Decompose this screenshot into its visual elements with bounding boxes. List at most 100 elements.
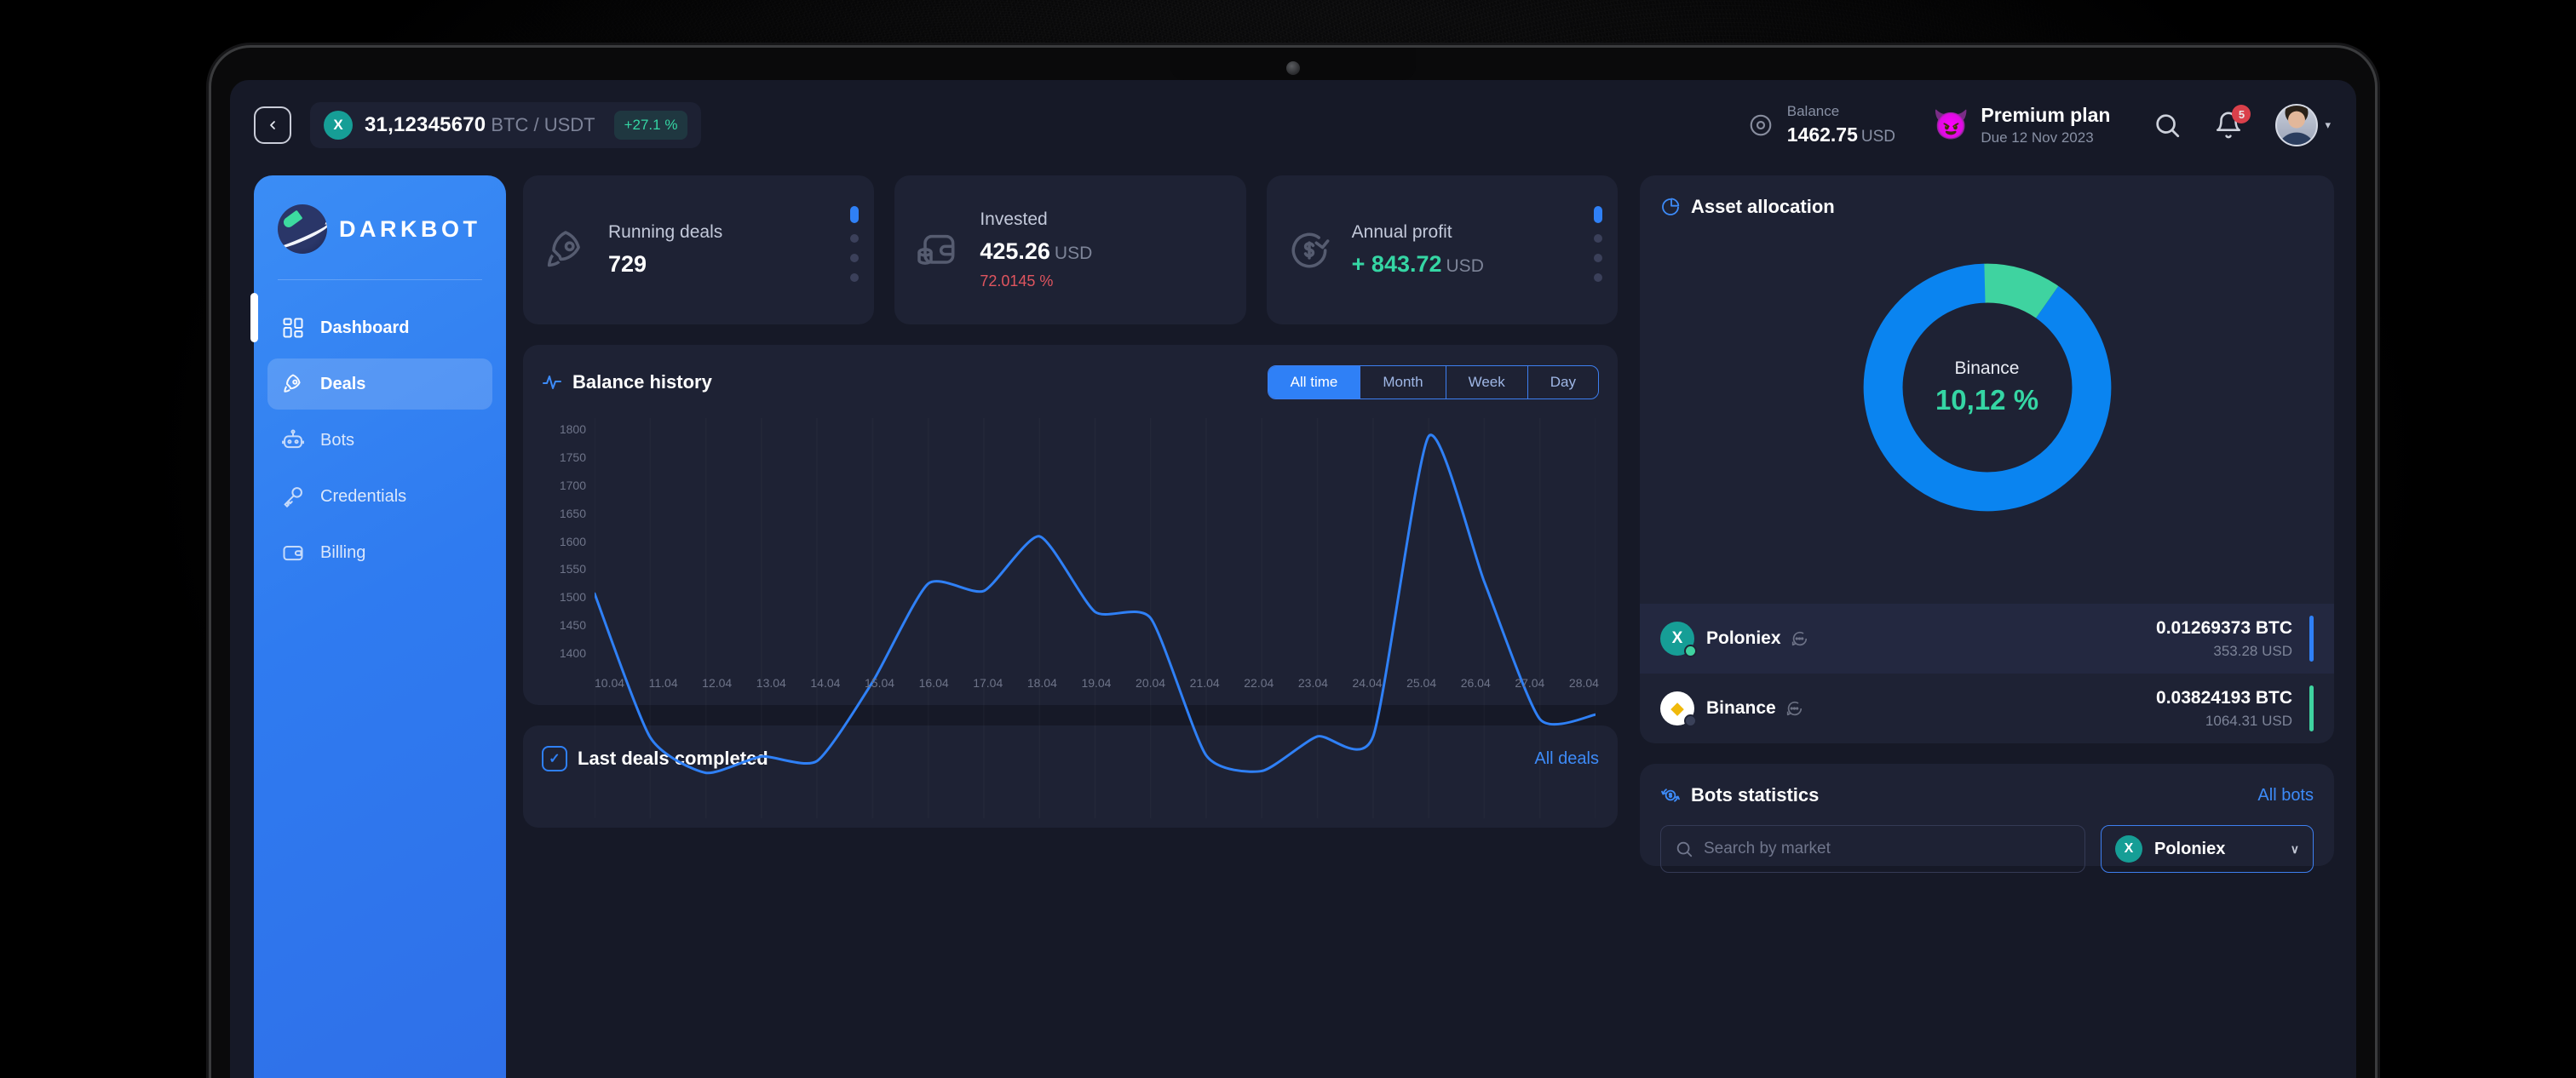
x-axis-tick: 10.04 [595, 676, 624, 690]
bots-statistics-card: Bots statistics All bots Search by marke… [1640, 764, 2334, 866]
card-pagination-dots[interactable] [850, 206, 859, 282]
x-axis-tick: 14.04 [810, 676, 840, 690]
asset-row-poloniex[interactable]: X Poloniex 0.01269373 BTC 353.28 USD [1640, 604, 2334, 674]
range-tab-day[interactable]: Day [1528, 366, 1598, 399]
eye-icon[interactable] [1748, 112, 1774, 138]
balance-history-title-block: Balance history [542, 371, 712, 393]
exchange-logo-letter: X [2125, 841, 2134, 857]
chat-icon[interactable] [1790, 629, 1808, 648]
sidebar-item-bots[interactable]: Bots [267, 415, 492, 466]
asset-allocation-donut[interactable]: Binance 10,12 % [1857, 257, 2118, 518]
card-title-text: Asset allocation [1691, 196, 1835, 218]
sidebar-divider [278, 279, 482, 280]
trading-pair-pill[interactable]: X 31,12345670BTC / USDT +27.1 % [310, 102, 701, 148]
sidebar-item-billing[interactable]: Billing [267, 527, 492, 578]
stat-value: 425.26 [980, 238, 1050, 264]
plan-name: Premium plan [1981, 104, 2110, 127]
asset-color-bar [2309, 616, 2314, 662]
status-dot [1684, 714, 1697, 727]
balance-history-header: Balance history All time Month Week Day [542, 365, 1599, 399]
brand-logo-block[interactable]: DARKBOT [254, 204, 506, 254]
pair-price: 31,12345670 [365, 113, 486, 136]
all-bots-link[interactable]: All bots [2257, 786, 2314, 806]
asset-color-bar [2309, 685, 2314, 731]
status-dot [1684, 645, 1697, 657]
back-button[interactable] [254, 106, 291, 144]
balance-block: Balance 1462.75USD [1787, 102, 1895, 148]
sidebar-active-edge-indicator [250, 293, 258, 342]
search-market-input[interactable]: Search by market [1660, 825, 2085, 873]
notifications-button[interactable]: 5 [2214, 111, 2243, 140]
notification-count-badge: 5 [2232, 105, 2251, 123]
stat-value: + 843.72 [1352, 251, 1442, 277]
asset-usd-amount: 1064.31 USD [2156, 713, 2292, 730]
stat-title: Annual profit [1352, 222, 1484, 243]
wallet-icon [281, 541, 305, 565]
poloniex-logo-icon: X [324, 111, 353, 140]
exchange-logo-letter: X [1672, 629, 1683, 648]
x-axis-tick: 23.04 [1298, 676, 1328, 690]
rocket-icon [281, 372, 305, 396]
range-tab-week[interactable]: Week [1446, 366, 1528, 399]
stat-card-running-deals[interactable]: Running deals 729 [523, 175, 874, 324]
dollar-refresh-icon [1285, 226, 1333, 274]
x-axis-tick: 11.04 [649, 676, 678, 690]
stat-unit: USD [1055, 244, 1092, 263]
sidebar-item-deals[interactable]: Deals [267, 358, 492, 410]
user-menu[interactable]: ▾ [2275, 104, 2331, 146]
y-axis-tick: 1700 [542, 479, 586, 492]
card-title-text: Balance history [572, 371, 712, 393]
avatar [2275, 104, 2318, 146]
pair-change-badge: +27.1 % [614, 111, 688, 140]
bots-statistics-header: Bots statistics All bots [1660, 784, 2314, 806]
donut-center-name: Binance [1955, 358, 2020, 379]
bots-filters-row: Search by market X Poloniex ∨ [1660, 825, 2314, 873]
wallet-coins-icon [913, 226, 961, 274]
y-axis-tick: 1600 [542, 535, 586, 548]
sidebar-item-label: Credentials [320, 487, 406, 507]
bots-statistics-title-block: Bots statistics [1660, 784, 1819, 806]
market-select-dropdown[interactable]: X Poloniex ∨ [2101, 825, 2314, 873]
asset-btc-amount: 0.03824193 BTC [2156, 688, 2292, 708]
search-icon [1675, 840, 1693, 858]
y-axis-tick: 1650 [542, 507, 586, 520]
stat-card-invested[interactable]: Invested 425.26USD 72.0145 % [894, 175, 1245, 324]
stat-title: Running deals [608, 222, 722, 243]
donut-center-label: Binance 10,12 % [1857, 257, 2118, 518]
laptop-frame: X 31,12345670BTC / USDT +27.1 % Balance … [211, 48, 2375, 1078]
x-axis-tick: 19.04 [1081, 676, 1111, 690]
premium-plan-block[interactable]: 😈 Premium plan Due 12 Nov 2023 [1933, 104, 2110, 146]
sidebar-item-label: Dashboard [320, 318, 409, 338]
darkbot-planet-logo-icon [278, 204, 327, 254]
x-axis-tick: 21.04 [1190, 676, 1220, 690]
main-content: Running deals 729 [523, 175, 2334, 1078]
asset-row-binance[interactable]: ◆ Binance 0.03824193 BTC 1064.31 USD [1640, 674, 2334, 743]
chat-icon[interactable] [1785, 699, 1803, 718]
poloniex-logo-icon: X [2115, 835, 2142, 863]
x-axis-tick: 13.04 [756, 676, 786, 690]
asset-amount-block: 0.01269373 BTC 353.28 USD [2156, 618, 2292, 660]
sidebar: DARKBOT Dashboard D [254, 175, 506, 1078]
stat-unit: USD [1446, 256, 1484, 276]
asset-allocation-card: Asset allocation Binance 10,12 % [1640, 175, 2334, 743]
sidebar-item-credentials[interactable]: Credentials [267, 471, 492, 522]
x-axis-tick: 28.04 [1569, 676, 1599, 690]
main-right-column: Asset allocation Binance 10,12 % [1640, 175, 2334, 1078]
y-axis-tick: 1400 [542, 646, 586, 660]
search-placeholder-text: Search by market [1704, 840, 1831, 858]
sidebar-item-dashboard[interactable]: Dashboard [267, 302, 492, 353]
sidebar-item-label: Deals [320, 375, 365, 394]
search-button[interactable] [2153, 111, 2182, 140]
stat-card-annual-profit[interactable]: Annual profit + 843.72USD [1267, 175, 1618, 324]
pie-chart-icon [1660, 197, 1681, 217]
range-tab-all-time[interactable]: All time [1268, 366, 1361, 399]
pair-symbol: BTC / USDT [491, 114, 595, 135]
sidebar-item-label: Billing [320, 543, 365, 563]
card-pagination-dots[interactable] [1594, 206, 1602, 282]
key-icon [281, 485, 305, 508]
x-axis-tick: 20.04 [1136, 676, 1165, 690]
asset-rows-list: X Poloniex 0.01269373 BTC 353.28 USD [1640, 604, 2334, 743]
x-axis-tick: 15.04 [865, 676, 894, 690]
range-tab-month[interactable]: Month [1360, 366, 1446, 399]
poloniex-logo-icon: X [1660, 622, 1694, 656]
